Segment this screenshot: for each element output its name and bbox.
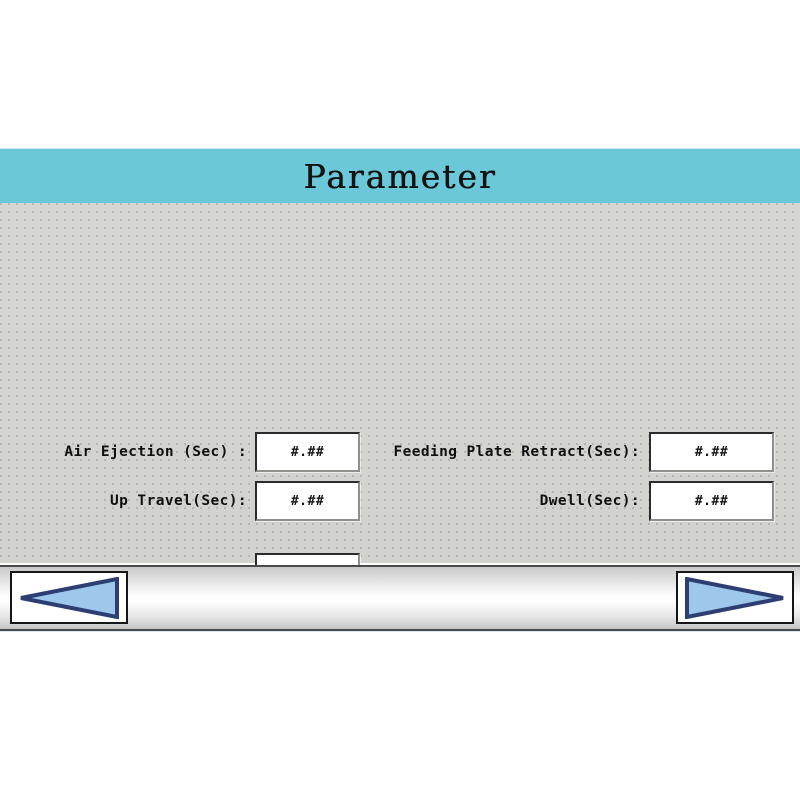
label-feeding-plate-retract: Feeding Plate Retract(Sec):: [393, 444, 640, 460]
label-up-travel: Up Travel(Sec):: [110, 493, 247, 509]
field-row-dwell: Dwell(Sec): #.##: [385, 480, 775, 522]
previous-page-button[interactable]: [10, 571, 128, 624]
value-up-travel: #.##: [290, 493, 325, 509]
screen-bottom-margin: [0, 631, 800, 801]
value-air-ejection: #.##: [290, 444, 325, 460]
page-title: Parameter: [303, 156, 497, 196]
right-triangle-arrow-icon: [683, 576, 787, 619]
left-triangle-arrow-icon: [17, 576, 121, 619]
label-air-ejection: Air Ejection (Sec) :: [64, 444, 247, 460]
navigation-bar: [0, 565, 800, 631]
field-row-air-ejection: Air Ejection (Sec) : #.##: [60, 431, 365, 473]
value-dwell: #.##: [694, 493, 729, 509]
input-feeding-plate-retract[interactable]: #.##: [649, 432, 774, 472]
field-row-feeding-plate-retract: Feeding Plate Retract(Sec): #.##: [385, 431, 775, 473]
field-row-up-travel: Up Travel(Sec): #.##: [60, 480, 365, 522]
parameter-panel: Air Ejection (Sec) : #.## Up Travel(Sec)…: [0, 203, 800, 748]
input-air-ejection[interactable]: #.##: [255, 432, 360, 472]
input-up-travel[interactable]: #.##: [255, 481, 360, 521]
value-feeding-plate-retract: #.##: [694, 444, 729, 460]
screen-top-margin: [0, 0, 800, 148]
title-bar: Parameter: [0, 148, 800, 203]
input-dwell[interactable]: #.##: [649, 481, 774, 521]
label-dwell: Dwell(Sec):: [539, 493, 640, 509]
next-page-button[interactable]: [676, 571, 794, 624]
hmi-screen: Parameter Air Ejection (Sec) : #.## Up T…: [0, 0, 800, 801]
